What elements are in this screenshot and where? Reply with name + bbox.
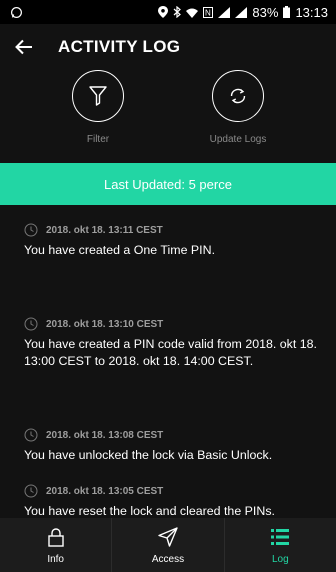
refresh-icon <box>212 70 264 122</box>
clock-icon <box>24 428 38 442</box>
bluetooth-icon <box>173 6 182 18</box>
nav-item-access[interactable]: Access <box>112 518 225 572</box>
last-updated-banner: Last Updated: 5 perce <box>0 163 336 205</box>
app-bar: ACTIVITY LOG <box>0 24 336 70</box>
log-timestamp: 2018. okt 18. 13:10 CEST <box>46 318 164 330</box>
update-logs-button[interactable]: Update Logs <box>183 70 293 158</box>
wifi-icon <box>186 7 199 18</box>
status-indicators: N 83% 13:13 <box>158 5 328 20</box>
battery-percent: 83% <box>252 4 279 20</box>
log-message: You have created a One Time PIN. <box>24 243 216 257</box>
list-icon <box>269 526 291 548</box>
clock-icon <box>24 223 38 237</box>
clock-icon <box>24 317 38 331</box>
filter-icon <box>72 70 124 122</box>
status-bar: N 83% 13:13 <box>0 0 336 24</box>
back-arrow-icon[interactable] <box>12 35 36 59</box>
whatsapp-icon <box>10 6 23 19</box>
clock-icon <box>24 484 38 498</box>
svg-text:N: N <box>205 8 211 17</box>
filter-label: Filter <box>86 134 110 145</box>
signal-icon-2 <box>235 6 248 18</box>
nav-label-access: Access <box>151 553 185 565</box>
log-item: 2018. okt 18. 13:05 CEST You have reset … <box>24 484 326 518</box>
log-message: You have unlocked the lock via Basic Unl… <box>24 448 273 462</box>
update-logs-label: Update Logs <box>209 134 267 145</box>
signal-icon <box>218 6 231 18</box>
log-message: You have reset the lock and cleared the … <box>24 504 275 518</box>
log-list[interactable]: 2018. okt 18. 13:11 CEST You have create… <box>0 205 336 518</box>
nav-item-info[interactable]: Info <box>0 518 113 572</box>
action-row: Filter Update Logs <box>0 70 336 158</box>
log-item: 2018. okt 18. 13:11 CEST You have create… <box>24 223 326 259</box>
clock-time: 13:13 <box>295 4 328 20</box>
log-timestamp: 2018. okt 18. 13:08 CEST <box>46 429 164 441</box>
filter-button[interactable]: Filter <box>43 70 153 158</box>
nfc-icon: N <box>203 6 214 18</box>
log-timestamp: 2018. okt 18. 13:11 CEST <box>46 224 163 236</box>
page-title: ACTIVITY LOG <box>58 37 181 56</box>
send-icon <box>157 526 179 548</box>
nav-label-info: Info <box>47 553 64 565</box>
bottom-nav: Info Access Log <box>0 518 336 572</box>
log-message: You have created a PIN code valid from 2… <box>24 337 317 368</box>
log-item: 2018. okt 18. 13:10 CEST You have create… <box>24 317 326 370</box>
nav-label-log: Log <box>271 553 289 565</box>
log-item: 2018. okt 18. 13:08 CEST You have unlock… <box>24 428 326 464</box>
lock-icon <box>45 526 67 548</box>
log-timestamp: 2018. okt 18. 13:05 CEST <box>46 485 164 497</box>
location-icon <box>158 6 169 18</box>
battery-icon <box>283 6 291 18</box>
nav-item-log[interactable]: Log <box>225 518 336 572</box>
